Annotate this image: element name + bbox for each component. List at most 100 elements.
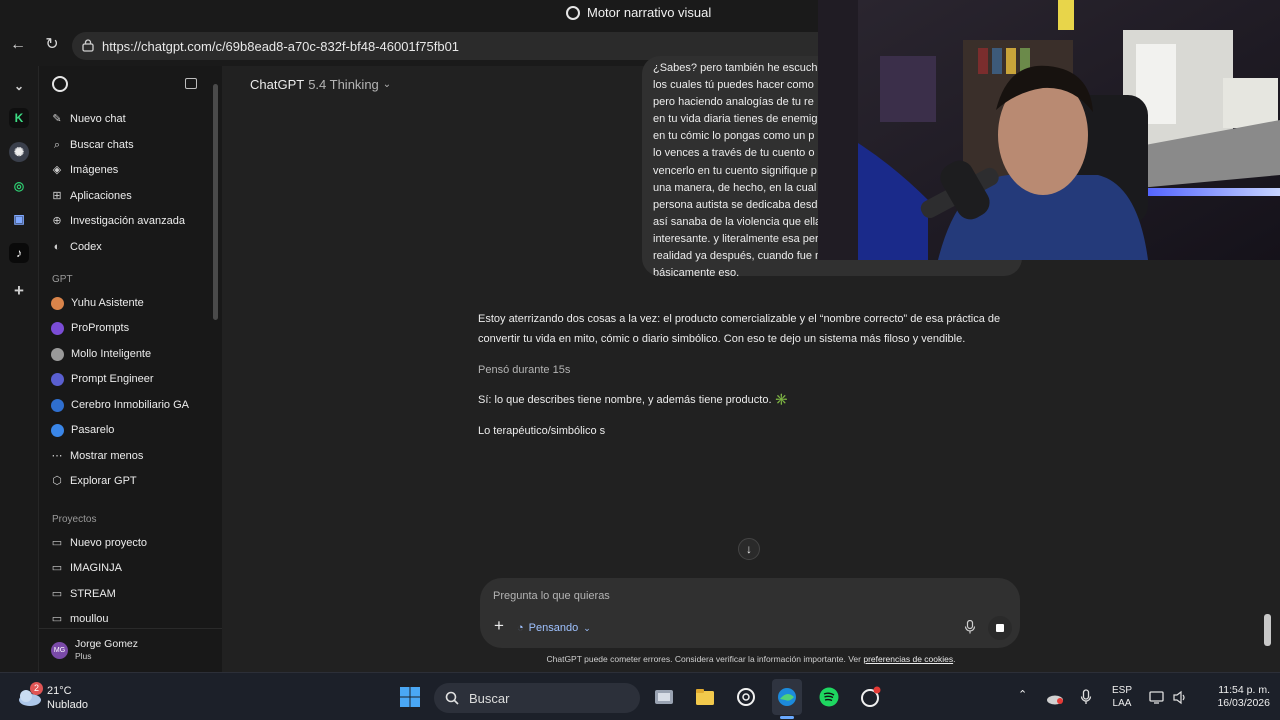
add-icon[interactable]: + [9,281,29,301]
recording-app-icon[interactable] [859,686,881,708]
windows-start-icon[interactable] [399,686,421,708]
microphone-icon[interactable] [1080,689,1092,705]
chatgpt-tab-icon[interactable]: ✺ [9,142,29,162]
sidebar-item-codex[interactable]: ◐ Codex [51,236,211,258]
sidebar-item-gpt[interactable]: Prompt Engineer [51,368,211,390]
gpt-avatar [51,423,64,437]
sidebar-item-gpt[interactable]: ProPrompts [51,317,211,339]
k-app-icon[interactable]: K [9,108,29,128]
user-plan: Plus [75,651,92,661]
chatgpt-app-icon[interactable] [735,686,757,708]
sidebar-item-new-chat[interactable]: ✎ Nuevo chat [51,108,211,130]
url-text[interactable]: https://chatgpt.com/c/69b8ead8-a70c-832f… [102,39,459,54]
sidebar-item-gpt[interactable]: Pasarelo [51,419,211,441]
volume-icon[interactable] [1172,690,1187,705]
onedrive-icon[interactable] [1046,691,1064,705]
codex-icon: ◐ [53,241,61,253]
reload-icon[interactable]: ↻ [42,35,62,55]
chatgpt-logo-icon [566,5,580,20]
sidebar-item-label: Codex [70,241,102,253]
site-info-icon[interactable] [82,39,94,52]
webcam-overlay [818,0,1280,260]
sidebar-item-label: Aplicaciones [70,190,132,202]
sidebar-item-project[interactable]: ▭ Nuevo proyecto [51,532,211,554]
sidebar-item-research[interactable]: ⊕ Investigación avanzada [51,210,211,232]
active-app-indicator [780,716,794,719]
keyboard-layout: LAA [1112,698,1132,709]
add-attachment-icon[interactable]: + [490,616,508,636]
research-icon: ⊕ [52,215,62,227]
task-view-icon[interactable] [653,686,675,708]
apps-icon: ⊞ [52,190,62,202]
stop-generating-button[interactable] [988,616,1012,640]
sidebar-item-search[interactable]: ⌕ Buscar chats [51,134,211,156]
composer[interactable]: Pregunta lo que quieras + ◔ Pensando ⌄ [480,578,1020,648]
prompt-input[interactable]: Pregunta lo que quieras [493,590,610,602]
edge-browser-icon[interactable] [776,686,798,708]
sidebar-item-project[interactable]: ▭ STREAM [51,583,211,605]
gpt-avatar [51,372,64,386]
sidebar-item-project[interactable]: ▭ moullou [51,608,211,630]
chevron-down-icon[interactable]: ⌄ [9,76,29,96]
clock[interactable]: 11:54 p. m. 16/03/2026 [1198,684,1270,710]
folder-icon: ▭ [51,537,63,549]
sidebar-item-label: IMAGINJA [70,562,122,574]
disclaimer: ChatGPT puede cometer errores. Considera… [222,654,1280,664]
tiktok-icon[interactable]: ♪ [9,243,29,263]
window-title: Motor narrativo visual [566,5,711,20]
gpt-section-title: GPT [52,274,73,285]
openai-logo-icon[interactable] [52,76,68,92]
sidebar-item-show-less[interactable]: ⋯ Mostrar menos [51,445,211,467]
model-name: ChatGPT [250,77,305,92]
sidebar-item-label: Mostrar menos [70,450,144,462]
gpt-avatar [51,347,64,361]
chevron-up-icon[interactable]: ⌃ [1018,689,1027,702]
input-language[interactable]: ESP LAA [1108,684,1136,710]
sidebar-toggle-icon[interactable] [185,78,197,89]
model-version: 5.4 Thinking [308,77,379,92]
sidebar-item-explore-gpt[interactable]: ⬡ Explorar GPT [51,470,211,492]
cookie-preferences-link[interactable]: preferencias de cookies [863,654,953,664]
new-chat-icon: ✎ [52,113,62,125]
language-code: ESP [1111,685,1132,696]
sidebar-item-gpt[interactable]: Yuhu Asistente [51,292,211,314]
sidebar-item-images[interactable]: ◈ Imágenes [51,159,211,181]
sidebar-item-project[interactable]: ▭ IMAGINJA [51,557,211,579]
folder-icon: ▭ [51,588,63,600]
weather-widget[interactable]: 2 [16,682,44,709]
scroll-down-button[interactable]: ↓ [738,538,760,560]
whatsapp-icon[interactable]: ◎ [9,176,29,196]
sidebar-scrollbar[interactable] [213,84,218,320]
thought-duration[interactable]: Pensó durante 15s [478,364,570,376]
user-profile[interactable]: MG Jorge Gomez Plus [51,636,221,664]
window-title-text: Motor narrativo visual [587,5,712,20]
file-explorer-icon[interactable] [694,686,716,708]
sidebar-item-apps[interactable]: ⊞ Aplicaciones [51,185,211,207]
taskbar-search[interactable]: Buscar [434,683,640,713]
sidebar-item-label: Nuevo proyecto [70,537,148,549]
weather-temp: 21°C [47,685,72,697]
sidebar-item-gpt[interactable]: Mollo Inteligente [51,343,211,365]
disclaimer-text: ChatGPT puede cometer errores. Considera… [546,654,864,664]
thinking-mode-button[interactable]: ◔ Pensando ⌄ [517,618,591,638]
sidebar-item-label: Cerebro Inmobiliario GA [71,399,189,411]
microphone-icon[interactable] [964,620,976,634]
spotify-icon[interactable] [818,686,840,708]
calendar-icon[interactable]: ▣ [9,209,29,229]
weather-text[interactable]: 21°C Nublado [47,684,88,712]
gpt-avatar [51,296,64,310]
divider [39,628,223,629]
sidebar-item-label: moullou [70,613,109,625]
sidebar-item-label: STREAM [70,588,116,600]
main-scrollbar[interactable] [1264,614,1271,646]
timer-icon: ◔ [517,622,524,634]
back-arrow-icon[interactable]: ← [8,35,28,55]
folder-icon: ▭ [51,562,63,574]
gpt-avatar [51,398,64,412]
network-icon[interactable] [1149,690,1166,705]
assistant-partial: Lo terapéutico/simbólico s [478,425,606,437]
gpt-avatar [51,321,64,335]
chat-sidebar: ✎ Nuevo chat ⌕ Buscar chats ◈ Imágenes ⊞ Apl… [38,66,223,672]
model-selector[interactable]: ChatGPT 5.4 Thinking ⌄ [250,77,391,92]
sidebar-item-gpt[interactable]: Cerebro Inmobiliario GA [51,394,211,416]
